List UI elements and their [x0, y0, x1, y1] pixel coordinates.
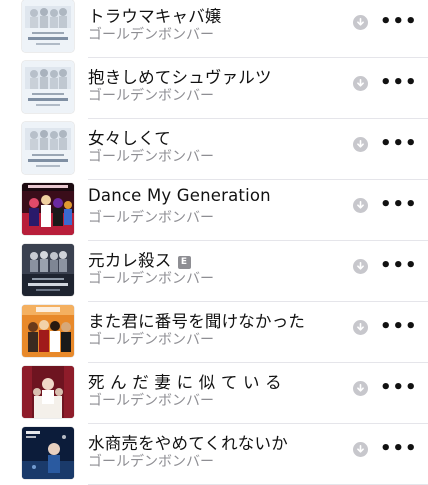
artist-name: ゴールデンボンバー — [88, 332, 214, 348]
album-artwork — [22, 61, 74, 113]
album-artwork — [22, 427, 74, 479]
artist-name: ゴールデンボンバー — [88, 454, 214, 470]
download-arrow-icon[interactable] — [353, 198, 368, 213]
more-button[interactable]: ••• — [380, 12, 417, 32]
album-artwork — [22, 305, 74, 357]
song-row[interactable]: 元カレ殺ス E ゴールデンボンバー ••• — [0, 241, 428, 302]
song-title: Dance My Generation — [88, 186, 271, 205]
artist-name: ゴールデンボンバー — [88, 393, 214, 409]
song-row[interactable]: 女々しくて ゴールデンボンバー ••• — [0, 119, 428, 180]
artist-name: ゴールデンボンバー — [88, 27, 214, 43]
song-title-text: Dance My Generation — [88, 186, 271, 205]
more-button[interactable]: ••• — [380, 378, 417, 398]
download-arrow-icon[interactable] — [353, 137, 368, 152]
song-row[interactable]: 抱きしめてシュヴァルツ ゴールデンボンバー ••• — [0, 58, 428, 119]
artist-name: ゴールデンボンバー — [88, 88, 214, 104]
download-arrow-icon[interactable] — [353, 259, 368, 274]
artist-name: ゴールデンボンバー — [88, 210, 214, 226]
song-row[interactable]: また君に番号を聞けなかった ゴールデンボンバー ••• — [0, 302, 428, 363]
artist-name: ゴールデンボンバー — [88, 271, 214, 287]
song-row[interactable]: トラウマキャバ嬢 ゴールデンボンバー ••• — [0, 0, 428, 58]
more-button[interactable]: ••• — [380, 134, 417, 154]
download-arrow-icon[interactable] — [353, 320, 368, 335]
more-button[interactable]: ••• — [380, 73, 417, 93]
download-arrow-icon[interactable] — [353, 442, 368, 457]
more-button[interactable]: ••• — [380, 439, 417, 459]
download-arrow-icon[interactable] — [353, 15, 368, 30]
album-artwork — [22, 366, 74, 418]
album-artwork — [22, 122, 74, 174]
song-row[interactable]: 水商売をやめてくれないか ゴールデンボンバー ••• — [0, 424, 428, 485]
album-artwork — [22, 0, 74, 52]
artist-name: ゴールデンボンバー — [88, 149, 214, 165]
song-list: トラウマキャバ嬢 ゴールデンボンバー ••• 抱きしめてシュヴァルツ ゴールデン… — [0, 0, 428, 485]
more-button[interactable]: ••• — [380, 256, 417, 276]
song-row[interactable]: Dance My Generation ゴールデンボンバー ••• — [0, 180, 428, 241]
download-arrow-icon[interactable] — [353, 76, 368, 91]
download-arrow-icon[interactable] — [353, 381, 368, 396]
song-row[interactable]: 死 ん だ 妻 に 似 て い る ゴールデンボンバー ••• — [0, 363, 428, 424]
more-button[interactable]: ••• — [380, 195, 417, 215]
album-artwork — [22, 183, 74, 235]
more-button[interactable]: ••• — [380, 317, 417, 337]
album-artwork — [22, 244, 74, 296]
